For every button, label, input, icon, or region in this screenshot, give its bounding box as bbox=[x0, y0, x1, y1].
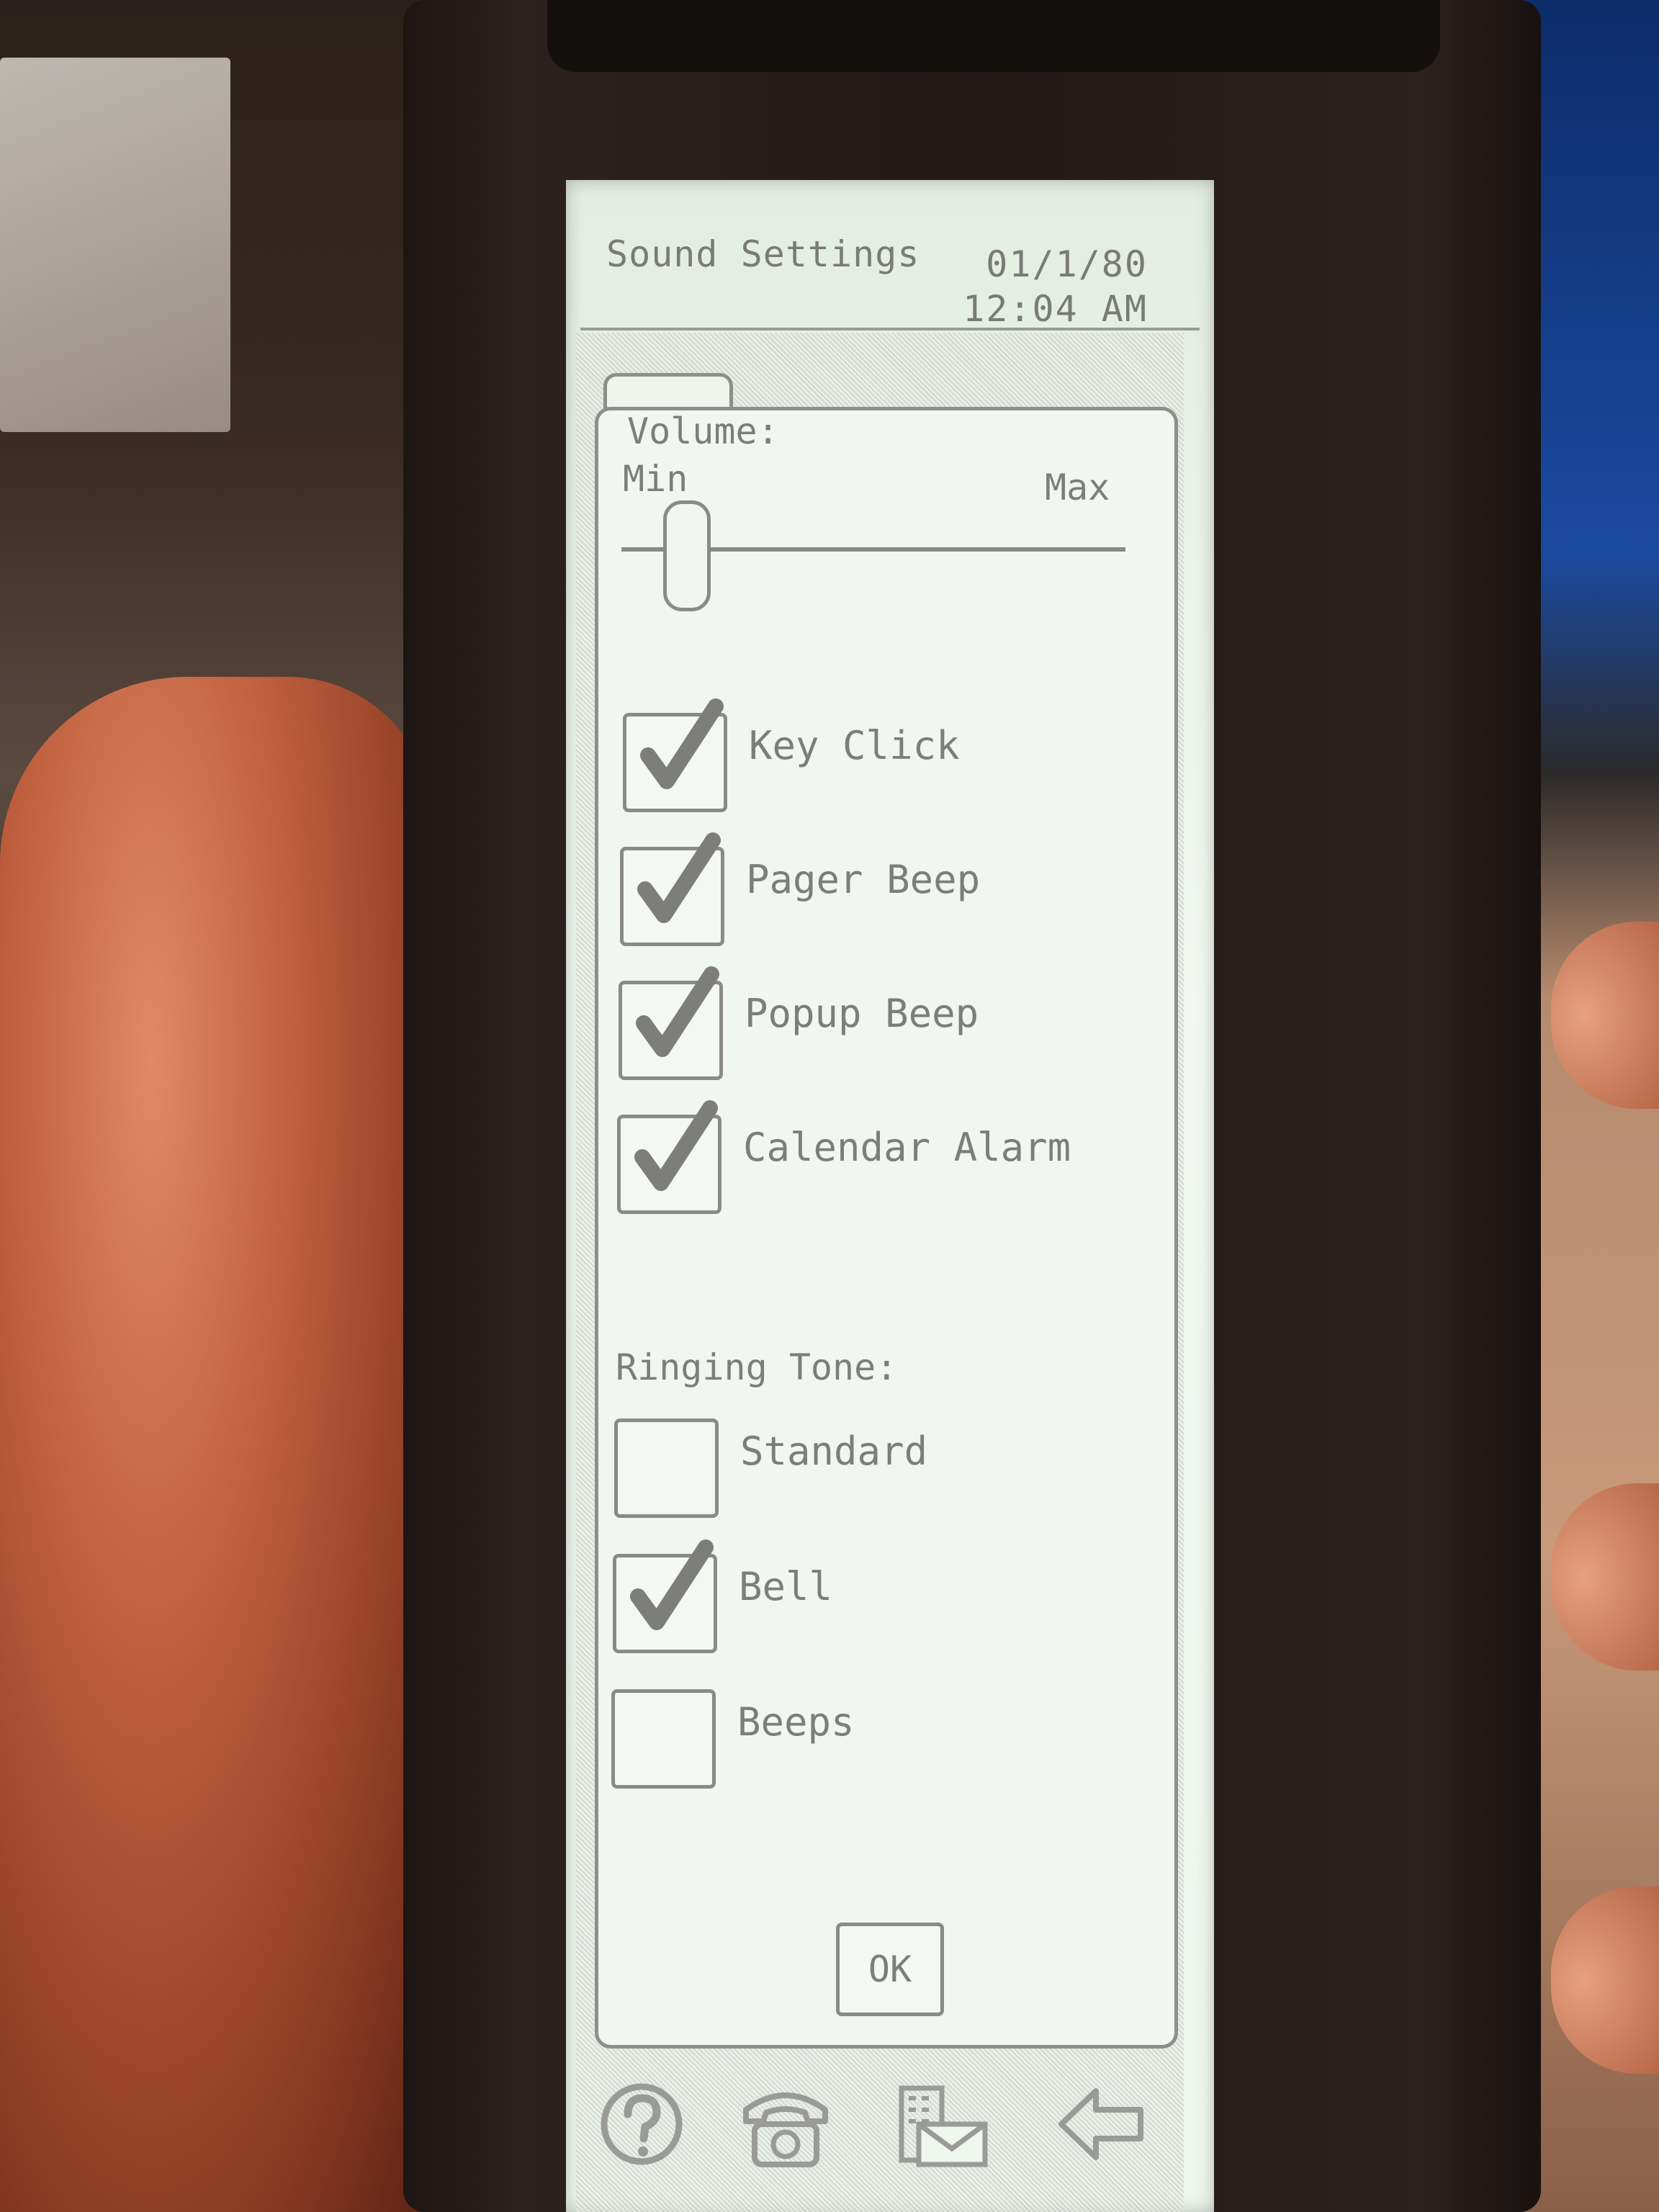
key-click-checkbox[interactable] bbox=[623, 698, 727, 812]
pager-beep-option[interactable]: Pager Beep bbox=[620, 832, 1124, 948]
checkmark-icon bbox=[630, 1539, 714, 1630]
calendar-alarm-checkbox[interactable] bbox=[617, 1100, 721, 1214]
standard-tone-checkbox[interactable] bbox=[614, 1419, 719, 1518]
beeps-tone-label: Beeps bbox=[737, 1699, 855, 1745]
standard-tone-option[interactable]: Standard bbox=[614, 1419, 1118, 1519]
settings-panel: Volume: Min Max Key Click Pager Beep Pop… bbox=[595, 407, 1178, 2049]
ok-button[interactable]: OK bbox=[836, 1923, 944, 2016]
bell-tone-checkbox[interactable] bbox=[613, 1539, 717, 1653]
lcd-screen: Sound Settings 01/1/80 12:04 AM Volume: … bbox=[566, 180, 1214, 2212]
time-text: 12:04 AM bbox=[963, 288, 1148, 330]
checkmark-icon bbox=[640, 698, 724, 789]
back-arrow-icon[interactable] bbox=[1056, 2074, 1149, 2175]
header-divider bbox=[580, 328, 1200, 331]
ringing-tone-label: Ringing Tone: bbox=[616, 1346, 898, 1388]
pager-beep-checkbox[interactable] bbox=[620, 832, 724, 946]
screen-title: Sound Settings bbox=[606, 233, 920, 275]
bottom-toolbar bbox=[595, 2067, 1185, 2189]
popup-beep-label: Popup Beep bbox=[745, 991, 979, 1036]
volume-max-label: Max bbox=[1045, 467, 1110, 508]
checkmark-icon bbox=[634, 1100, 718, 1191]
checkmark-icon bbox=[637, 832, 721, 923]
bell-tone-label: Bell bbox=[739, 1564, 833, 1609]
key-click-label: Key Click bbox=[749, 723, 960, 768]
pager-beep-label: Pager Beep bbox=[746, 857, 981, 902]
beeps-tone-option[interactable]: Beeps bbox=[611, 1689, 1115, 1790]
volume-label: Volume: bbox=[627, 410, 779, 452]
volume-min-label: Min bbox=[623, 458, 688, 500]
calendar-alarm-option[interactable]: Calendar Alarm bbox=[617, 1100, 1121, 1215]
holding-thumb bbox=[0, 677, 432, 2212]
standard-tone-label: Standard bbox=[740, 1429, 928, 1474]
mail-icon[interactable] bbox=[897, 2074, 991, 2175]
bell-tone-option[interactable]: Bell bbox=[613, 1539, 1117, 1655]
popup-beep-checkbox[interactable] bbox=[619, 966, 723, 1080]
device-top-edge bbox=[547, 0, 1440, 72]
background-box bbox=[0, 58, 230, 432]
checkmark-icon bbox=[636, 966, 719, 1057]
beeps-tone-checkbox[interactable] bbox=[611, 1689, 716, 1789]
calendar-alarm-label: Calendar Alarm bbox=[743, 1125, 1071, 1170]
key-click-option[interactable]: Key Click bbox=[623, 698, 1127, 814]
help-icon[interactable] bbox=[595, 2074, 688, 2175]
date-text: 01/1/80 bbox=[986, 243, 1148, 285]
datetime: 01/1/80 12:04 AM bbox=[963, 242, 1148, 331]
popup-beep-option[interactable]: Popup Beep bbox=[619, 966, 1123, 1082]
volume-slider-thumb[interactable] bbox=[663, 500, 711, 611]
phone-icon[interactable] bbox=[739, 2074, 832, 2175]
